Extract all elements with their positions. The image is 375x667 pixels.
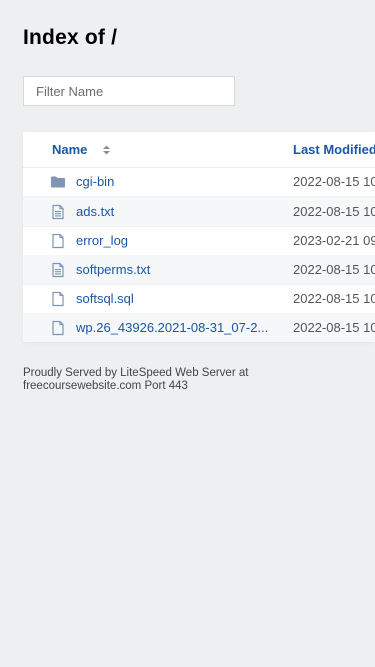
file-date: 2022-08-15 10:12 bbox=[293, 320, 375, 335]
folder-icon bbox=[51, 176, 65, 188]
file-listing-table: Name Last Modified cgi-bin 2022-08-15 10… bbox=[23, 132, 375, 342]
sort-icon[interactable] bbox=[102, 145, 111, 155]
file-date: 2023-02-21 09:40 bbox=[293, 233, 375, 248]
table-row[interactable]: ads.txt 2022-08-15 10:12 bbox=[23, 197, 375, 227]
file-date: 2022-08-15 10:12 bbox=[293, 291, 375, 306]
server-footer: Proudly Served by LiteSpeed Web Server a… bbox=[23, 367, 343, 393]
file-link[interactable]: ads.txt bbox=[76, 204, 276, 219]
file-icon bbox=[52, 291, 64, 307]
file-date: 2022-08-15 10:12 bbox=[293, 204, 375, 219]
page-title: Index of / bbox=[23, 26, 118, 49]
file-date: 2022-08-15 10:12 bbox=[293, 174, 375, 189]
table-row[interactable]: cgi-bin 2022-08-15 10:12 bbox=[23, 167, 375, 197]
file-link[interactable]: wp.26_43926.2021-08-31_07-2... bbox=[76, 320, 276, 335]
table-row[interactable]: wp.26_43926.2021-08-31_07-2... 2022-08-1… bbox=[23, 313, 375, 342]
file-date: 2022-08-15 10:12 bbox=[293, 262, 375, 277]
file-link[interactable]: softperms.txt bbox=[76, 262, 276, 277]
table-row[interactable]: softperms.txt 2022-08-15 10:12 bbox=[23, 255, 375, 285]
file-link[interactable]: error_log bbox=[76, 233, 276, 248]
text-file-icon bbox=[52, 204, 64, 220]
column-header-name[interactable]: Name bbox=[52, 142, 87, 157]
file-icon bbox=[52, 320, 64, 336]
file-link[interactable]: cgi-bin bbox=[76, 174, 276, 189]
table-row[interactable]: softsql.sql 2022-08-15 10:12 bbox=[23, 284, 375, 314]
file-icon bbox=[52, 233, 64, 249]
table-header: Name Last Modified bbox=[23, 132, 375, 168]
text-file-icon bbox=[52, 262, 64, 278]
filter-name-input[interactable] bbox=[23, 76, 235, 106]
column-header-last-modified[interactable]: Last Modified bbox=[293, 142, 375, 157]
file-link[interactable]: softsql.sql bbox=[76, 291, 276, 306]
footer-line-1: Proudly Served by LiteSpeed Web Server a… bbox=[23, 367, 249, 379]
page: Index of / Name Last Modified cgi-bin 20… bbox=[0, 0, 375, 667]
table-row[interactable]: error_log 2023-02-21 09:40 bbox=[23, 226, 375, 256]
footer-line-2: freecoursewebsite.com Port 443 bbox=[23, 380, 188, 392]
